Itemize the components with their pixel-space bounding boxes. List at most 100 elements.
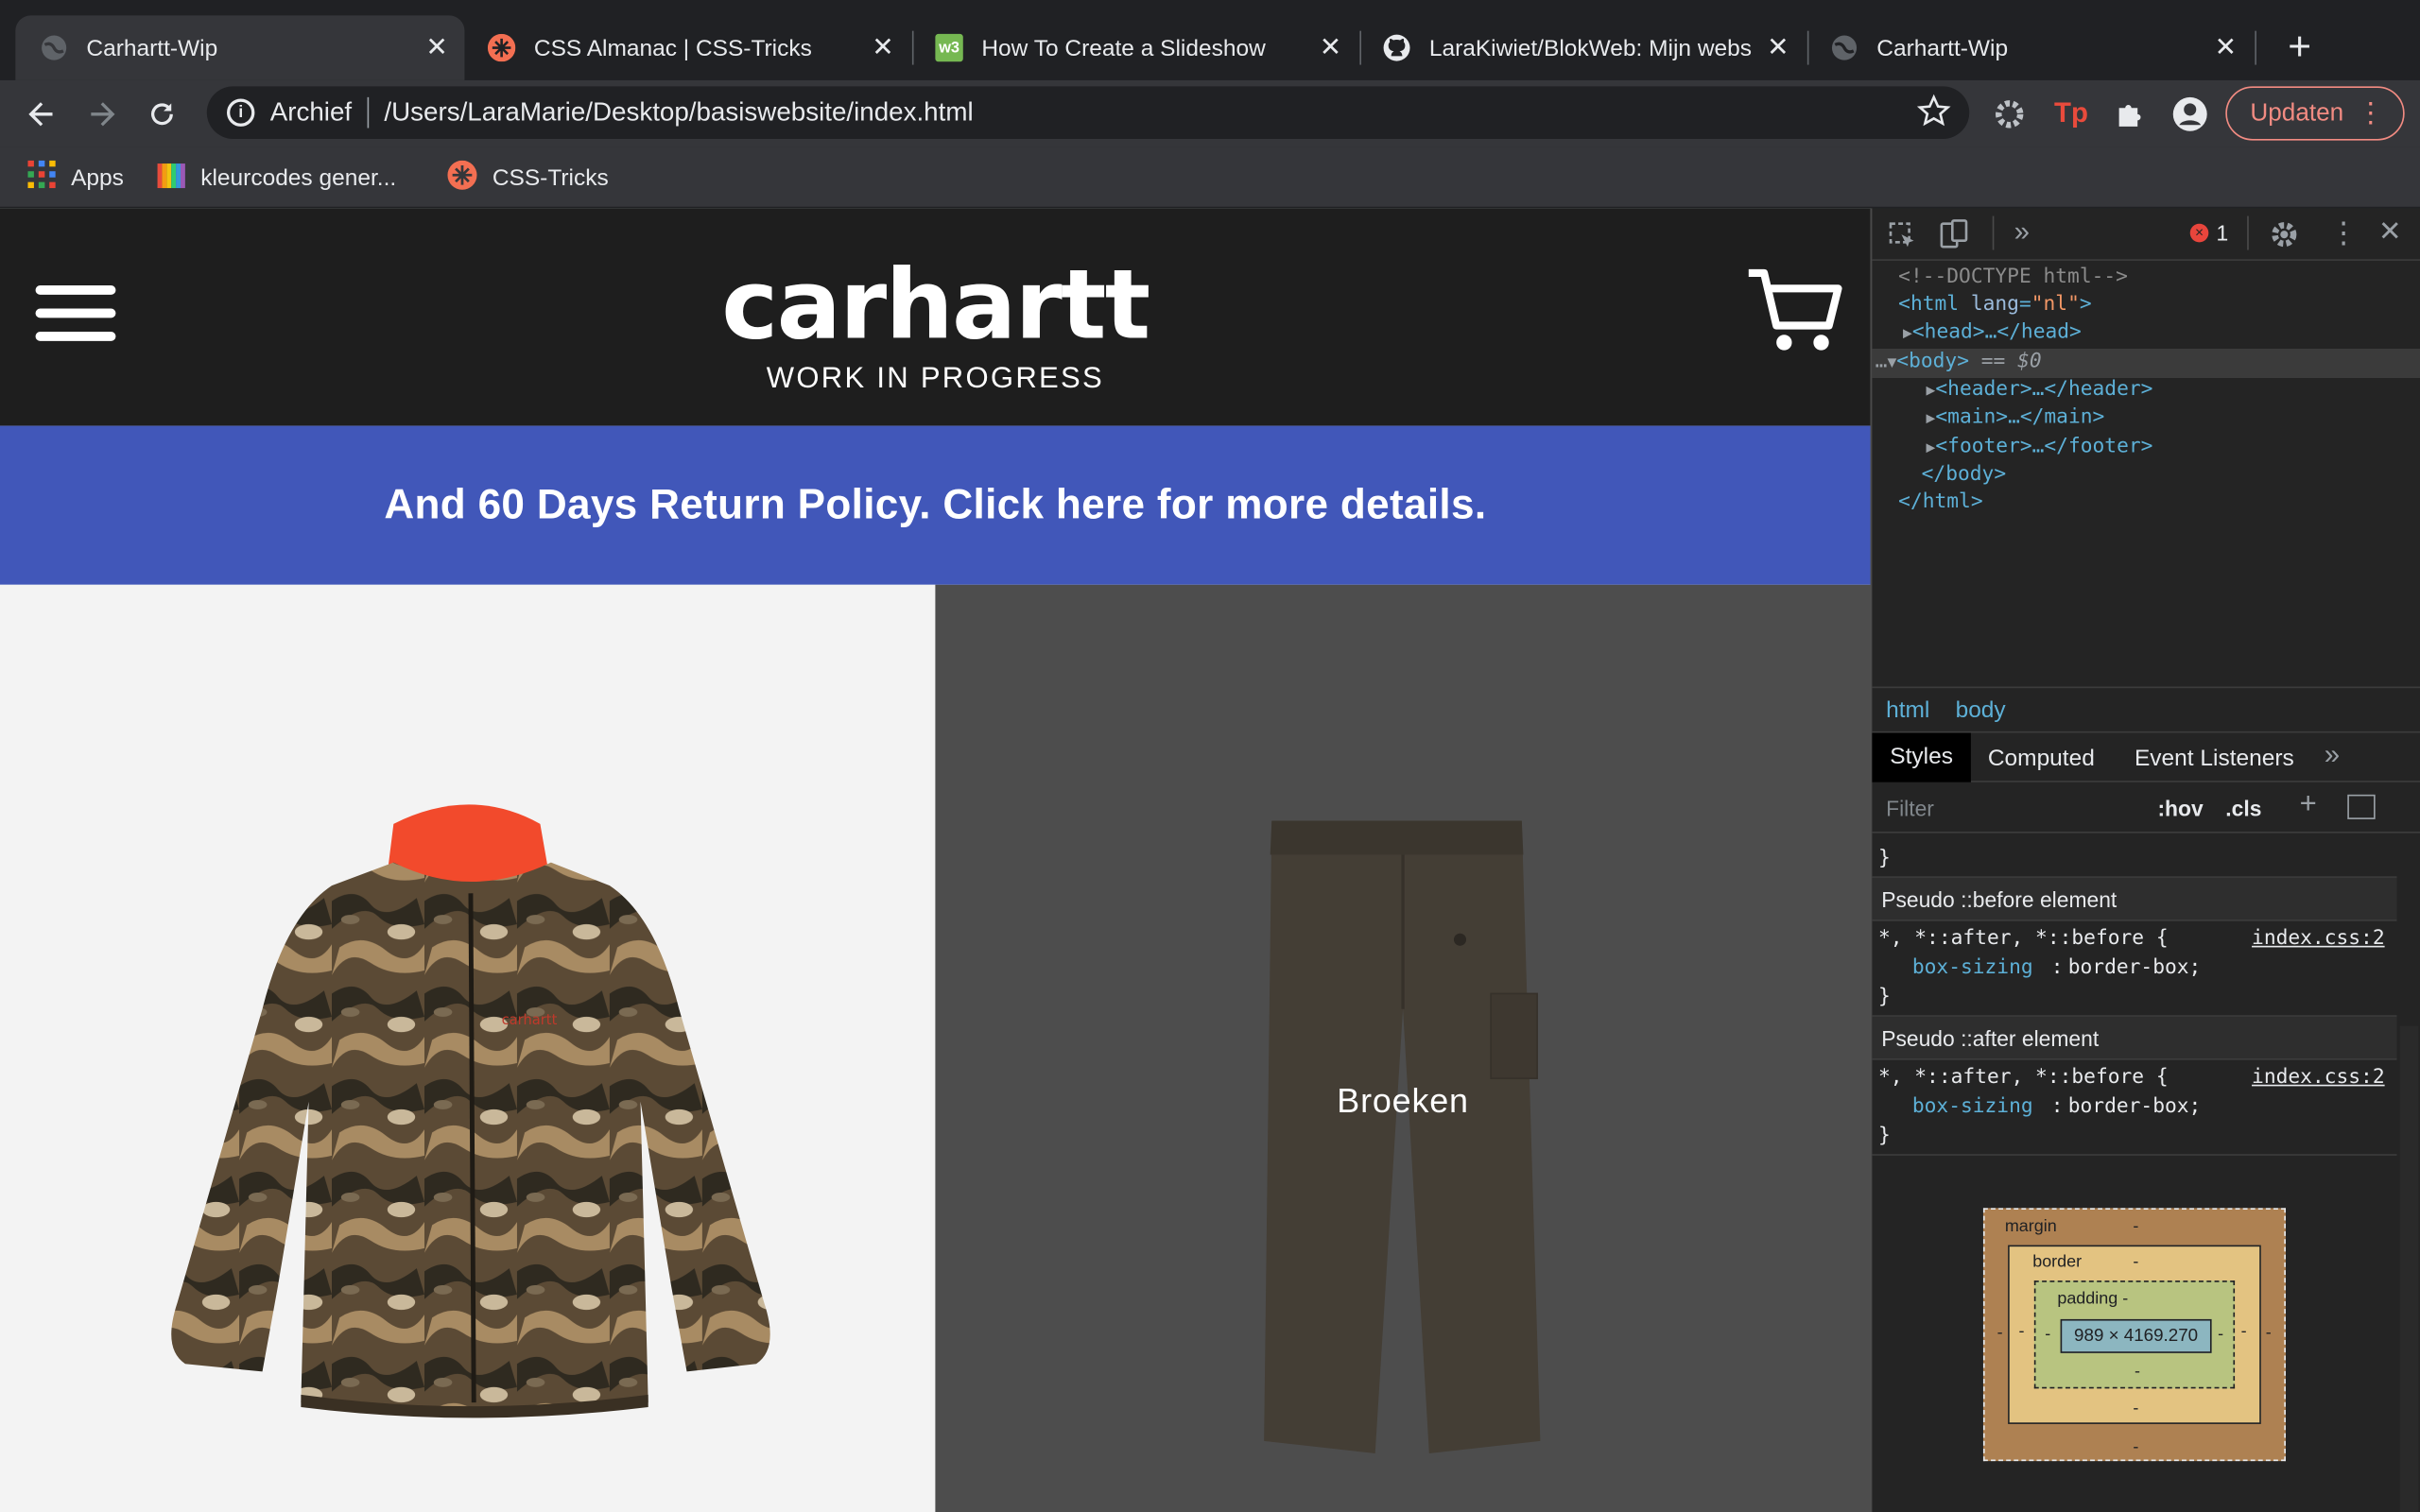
close-tab-icon[interactable]: ✕: [418, 32, 455, 63]
arrow-right-icon: [91, 101, 115, 126]
puzzle-icon[interactable]: [2107, 80, 2153, 146]
forward-button[interactable]: [78, 80, 125, 146]
globe-icon: [40, 34, 67, 61]
color-bars-icon: [157, 161, 185, 195]
new-tab-button[interactable]: +: [2275, 22, 2325, 71]
dom-header-text: <header>…</header>: [1935, 378, 2153, 402]
border-bottom-value: -: [2133, 1399, 2139, 1418]
rule-value[interactable]: border-box;: [2068, 956, 2202, 979]
browser-toolbar: i Archief /Users/LaraMarie/Desktop/basis…: [0, 79, 2420, 147]
breadcrumb-body[interactable]: body: [1956, 697, 2006, 724]
dom-html-close[interactable]: </html>: [1898, 490, 1982, 513]
tab-title: Carhartt-Wip: [1876, 34, 2009, 61]
rule-value[interactable]: border-box;: [2068, 1095, 2202, 1118]
pseudo-after-rule[interactable]: *, *::after, *::before { index.css:2 box…: [1872, 1060, 2397, 1156]
tab-event-listeners[interactable]: Event Listeners: [2135, 746, 2294, 772]
close-tab-icon[interactable]: ✕: [2207, 32, 2244, 63]
bookmarks-bar: Apps kleurcodes gener... CSS-Tricks: [0, 146, 2420, 209]
info-icon[interactable]: i: [227, 98, 255, 127]
pseudo-before-header: Pseudo ::before element: [1872, 877, 2397, 921]
site-header: carhartt WORK IN PROGRESS: [0, 208, 1871, 426]
previous-rule-end: }: [1872, 834, 2397, 878]
carhartt-logo[interactable]: carhartt WORK IN PROGRESS: [648, 250, 1222, 405]
cls-toggle[interactable]: .cls: [2225, 796, 2261, 820]
reload-button[interactable]: [139, 80, 185, 146]
close-tab-icon[interactable]: ✕: [864, 32, 901, 63]
tab-title: CSS Almanac | CSS-Tricks: [533, 34, 812, 61]
styles-scrollbar[interactable]: [2399, 1025, 2419, 1512]
dom-head[interactable]: ▶<head>…</head>: [1903, 321, 2082, 344]
filter-input[interactable]: Filter: [1886, 796, 1934, 820]
hov-toggle[interactable]: :hov: [2157, 796, 2203, 820]
bookmark-label: Apps: [71, 163, 124, 191]
rule-source-link[interactable]: index.css:2: [2252, 1066, 2385, 1089]
error-count[interactable]: 1: [2216, 220, 2228, 245]
rule-selector: *, *::after, *::before {: [1877, 927, 2169, 951]
dom-footer[interactable]: ▶<footer>…</footer>: [1927, 435, 2153, 457]
update-label: Updaten: [2250, 99, 2344, 127]
tab-title: How To Create a Slideshow: [981, 34, 1266, 61]
jackets-panel[interactable]: carhartt: [0, 584, 936, 1512]
profile-avatar-icon[interactable]: [2167, 80, 2213, 146]
box-model-content[interactable]: 989 × 4169.270: [2060, 1318, 2212, 1353]
return-policy-banner[interactable]: And 60 Days Return Policy. Click here fo…: [0, 425, 1871, 585]
pseudo-before-rule[interactable]: *, *::after, *::before { index.css:2 box…: [1872, 921, 2397, 1017]
margin-bottom-value: -: [2133, 1437, 2139, 1457]
toggle-sidebar-icon[interactable]: [2347, 794, 2376, 819]
bookmark-kleurcodes[interactable]: kleurcodes gener...: [157, 159, 396, 196]
rule-source-link[interactable]: index.css:2: [2252, 927, 2385, 950]
web-page: carhartt WORK IN PROGRESS And 60 Days Re…: [0, 208, 1871, 1512]
dom-body-close[interactable]: </body>: [1922, 463, 2006, 486]
tab-carhartt-wip[interactable]: Carhartt-Wip ✕: [15, 15, 465, 80]
box-model-border[interactable]: border - - - - padding - - - - 989 × 416…: [2008, 1245, 2261, 1424]
extension-gear-icon[interactable]: [1986, 80, 2032, 146]
dom-doctype[interactable]: <!--DOCTYPE html-->: [1898, 266, 2128, 288]
update-button[interactable]: Updaten ⋮: [2225, 86, 2405, 141]
w3schools-icon: w3: [935, 33, 963, 62]
tab-computed[interactable]: Computed: [1988, 746, 2095, 772]
styles-tabbar: Styles Computed Event Listeners »: [1872, 732, 2420, 782]
dom-head-text: <head>…</head>: [1911, 320, 2082, 345]
error-icon: ✕: [2189, 223, 2209, 243]
globe-icon: [1830, 34, 1858, 61]
devtools-toolbar: » ✕ 1 ⋮ ✕: [1872, 208, 2420, 261]
tab-slideshow[interactable]: w3 How To Create a Slideshow ✕: [910, 15, 1357, 80]
dom-main[interactable]: ▶<main>…</main>: [1927, 405, 2105, 428]
address-bar[interactable]: i Archief /Users/LaraMarie/Desktop/basis…: [206, 86, 1970, 139]
tab-styles[interactable]: Styles: [1872, 732, 1971, 782]
close-tab-icon[interactable]: ✕: [1759, 32, 1796, 63]
more-tabs-icon[interactable]: »: [2014, 216, 2030, 249]
dom-header[interactable]: ▶<header>…</header>: [1927, 378, 2153, 401]
tab-css-almanac[interactable]: CSS Almanac | CSS-Tricks ✕: [463, 15, 910, 80]
broeken-panel[interactable]: Broeken: [935, 584, 1871, 1512]
box-model-padding[interactable]: padding - - - - 989 × 4169.270: [2033, 1280, 2236, 1389]
devtools-menu-icon[interactable]: ⋮: [2329, 216, 2359, 252]
arrow-left-icon: [28, 101, 53, 126]
inspect-element-icon[interactable]: [1888, 220, 1919, 257]
border-top-value: -: [2133, 1252, 2139, 1272]
bookmark-css-tricks[interactable]: CSS-Tricks: [447, 159, 609, 196]
bookmark-apps[interactable]: Apps: [27, 159, 124, 196]
tab-github-blokweb[interactable]: LaraKiwiet/BlokWeb: Mijn webs ✕: [1358, 15, 1806, 80]
new-rule-icon[interactable]: +: [2300, 788, 2317, 822]
dom-html-open[interactable]: <html lang="nl">: [1898, 293, 2091, 316]
shopping-cart-icon[interactable]: [1744, 266, 1842, 364]
more-tabs-icon[interactable]: »: [2325, 739, 2340, 771]
hamburger-menu-icon[interactable]: [35, 285, 116, 347]
rule-property[interactable]: box-sizing: [1912, 956, 2033, 979]
breadcrumb-html[interactable]: html: [1886, 697, 1929, 724]
breadcrumb: html body: [1872, 686, 2420, 733]
box-model-margin[interactable]: margin - - - - border - - - - padding - …: [1982, 1208, 2286, 1462]
back-button[interactable]: [19, 80, 65, 146]
device-toolbar-icon[interactable]: [1939, 219, 1970, 256]
tab-carhartt-wip-2[interactable]: Carhartt-Wip ✕: [1806, 15, 2253, 80]
settings-gear-icon[interactable]: [2269, 219, 2300, 256]
tab-strip: Carhartt-Wip ✕ CSS Almanac | CSS-Tricks …: [0, 0, 2420, 80]
tp-extension-icon[interactable]: Tp: [2048, 80, 2095, 146]
rule-property[interactable]: box-sizing: [1912, 1095, 2033, 1118]
address-url[interactable]: /Users/LaraMarie/Desktop/basiswebsite/in…: [384, 97, 973, 129]
close-tab-icon[interactable]: ✕: [1312, 32, 1349, 63]
star-icon[interactable]: [1916, 94, 1951, 136]
rule-close: }: [1877, 1125, 1891, 1148]
close-devtools-icon[interactable]: ✕: [2378, 216, 2402, 249]
